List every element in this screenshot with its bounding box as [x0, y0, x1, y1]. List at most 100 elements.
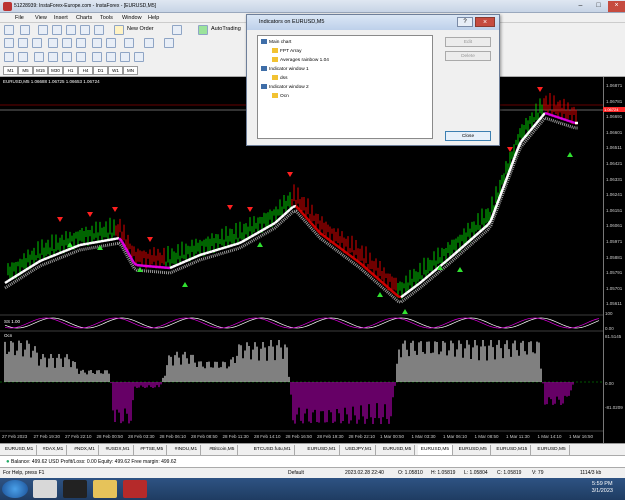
chart-tab[interactable]: #FTSE,M5: [137, 445, 168, 455]
indicators-icon[interactable]: [124, 38, 134, 48]
timeframe-h4[interactable]: H4: [78, 66, 93, 75]
tree-node-main-chart[interactable]: Main chart: [261, 39, 291, 45]
chart-tab[interactable]: EURUSD,M1: [2, 445, 38, 455]
chart-tab[interactable]: EURUSD,M5: [534, 445, 570, 455]
new-chart-icon[interactable]: [4, 25, 14, 35]
timeframe-d1[interactable]: D1: [93, 66, 108, 75]
autotrading-button[interactable]: AutoTrading: [211, 26, 241, 32]
vertical-line-icon[interactable]: [34, 52, 44, 62]
timeframe-m15[interactable]: M15: [33, 66, 48, 75]
tree-node-fpt-array[interactable]: FPT Array: [272, 48, 302, 54]
arrows-icon[interactable]: [134, 52, 144, 62]
close-button[interactable]: Close: [445, 131, 491, 141]
minimize-button[interactable]: –: [572, 1, 589, 12]
chart-tab[interactable]: #INDU,M1: [172, 445, 202, 455]
signal-line-segment: [91, 241, 96, 245]
chart-shift-icon[interactable]: [106, 38, 116, 48]
autotrading-icon[interactable]: [198, 25, 208, 35]
signal-line-segment: [229, 243, 234, 248]
menu-window[interactable]: Window: [122, 15, 142, 21]
taskbar-folder-icon[interactable]: [93, 480, 117, 498]
terminal-icon[interactable]: [80, 25, 90, 35]
channel-icon[interactable]: [76, 52, 86, 62]
zoom-in-icon[interactable]: [48, 38, 58, 48]
timeframe-m30[interactable]: M30: [48, 66, 63, 75]
chart-tab[interactable]: BTCUSD.futu,M1: [251, 445, 295, 455]
tree-node-indicator-window-1[interactable]: Indicator window 1: [261, 66, 309, 72]
candlestick-icon[interactable]: [18, 38, 28, 48]
tile-windows-icon[interactable]: [76, 38, 86, 48]
new-order-icon[interactable]: [114, 25, 124, 35]
signal-line-segment: [295, 205, 300, 211]
trendline-icon[interactable]: [62, 52, 72, 62]
dialog-titlebar: Indicators on EURUSD,M5 ? ×: [247, 15, 499, 30]
crosshair-icon[interactable]: [18, 52, 28, 62]
menu-view[interactable]: View: [35, 15, 47, 21]
menu-charts[interactable]: Charts: [76, 15, 92, 21]
chart-tab[interactable]: USDJPY,M1: [342, 445, 376, 455]
timeframe-mn[interactable]: MN: [123, 66, 138, 75]
chart-tab[interactable]: EURUSD,M5: [417, 445, 454, 455]
timeframe-m1[interactable]: M1: [3, 66, 18, 75]
maximize-button[interactable]: □: [590, 1, 607, 12]
templates-icon[interactable]: [164, 38, 174, 48]
signal-line-segment: [253, 232, 258, 237]
profiles-icon[interactable]: [20, 25, 30, 35]
chart-tab[interactable]: #DAX,M1: [40, 445, 68, 455]
chart-tab[interactable]: EURUSD,M15: [493, 445, 532, 455]
tree-node-indicator-window-2[interactable]: Indicator window 2: [261, 84, 309, 90]
zoom-out-icon[interactable]: [62, 38, 72, 48]
tree-node-dss[interactable]: dss: [272, 75, 287, 81]
signal-line-segment: [31, 263, 36, 268]
taskbar-terminal-icon[interactable]: [123, 480, 147, 498]
chart-tab[interactable]: #USDX,M1: [103, 445, 134, 455]
taskbar-explorer-icon[interactable]: [33, 480, 57, 498]
fibonacci-icon[interactable]: [92, 52, 102, 62]
status-low: L: 1.05804: [464, 470, 488, 476]
metaeditor-icon[interactable]: [172, 25, 182, 35]
indicator-icon: [272, 57, 278, 62]
periods-icon[interactable]: [144, 38, 154, 48]
cursor-icon[interactable]: [4, 52, 14, 62]
close-window-button[interactable]: ×: [608, 1, 625, 12]
text-label-icon[interactable]: [120, 52, 130, 62]
menu-help[interactable]: Help: [148, 15, 159, 21]
start-button[interactable]: [2, 480, 28, 498]
edit-button[interactable]: Edit: [445, 37, 491, 47]
new-order-button[interactable]: New Order: [127, 26, 154, 32]
bar-chart-icon[interactable]: [4, 38, 14, 48]
signal-line-segment: [196, 253, 201, 258]
market-watch-icon[interactable]: [38, 25, 48, 35]
menu-file[interactable]: File: [15, 15, 24, 21]
strategy-tester-icon[interactable]: [94, 25, 104, 35]
timeframe-h1[interactable]: H1: [63, 66, 78, 75]
autoscroll-icon[interactable]: [92, 38, 102, 48]
delete-button[interactable]: Delete: [445, 51, 491, 61]
indicator-tree: Main chart FPT Array Averages rainbow 1.…: [257, 35, 433, 139]
signal-line-segment: [304, 215, 309, 221]
chart-tab[interactable]: EURUSD,M1: [304, 445, 340, 455]
time-tick: 27 Feb 19:30: [33, 434, 61, 439]
menu-tools[interactable]: Tools: [100, 15, 113, 21]
line-chart-icon[interactable]: [32, 38, 42, 48]
chart-tab[interactable]: #Bitcoin,M5: [206, 445, 239, 455]
timeframe-w1[interactable]: W1: [108, 66, 123, 75]
dialog-close-x-button[interactable]: ×: [475, 17, 495, 27]
signal-line-segment: [88, 241, 93, 245]
signal-line-segment: [448, 255, 453, 260]
text-icon[interactable]: [106, 52, 116, 62]
chart-tab[interactable]: EURUSD,M5: [456, 445, 491, 455]
navigator-icon[interactable]: [66, 25, 76, 35]
signal-line-segment: [19, 270, 24, 275]
chart-tab[interactable]: EURUSD,M5: [380, 445, 416, 455]
tree-node-ocn[interactable]: Ocn: [272, 93, 289, 99]
tree-node-averages-rainbow[interactable]: Averages rainbow 1.04: [272, 57, 329, 63]
timeframe-m5[interactable]: M5: [18, 66, 33, 75]
taskbar-media-icon[interactable]: [63, 480, 87, 498]
chart-tab[interactable]: #NDX,M1: [71, 445, 99, 455]
horizontal-line-icon[interactable]: [48, 52, 58, 62]
data-window-icon[interactable]: [52, 25, 62, 35]
dialog-help-button[interactable]: ?: [457, 17, 473, 27]
menu-insert[interactable]: Insert: [54, 15, 68, 21]
indicator-icon: [272, 48, 278, 53]
